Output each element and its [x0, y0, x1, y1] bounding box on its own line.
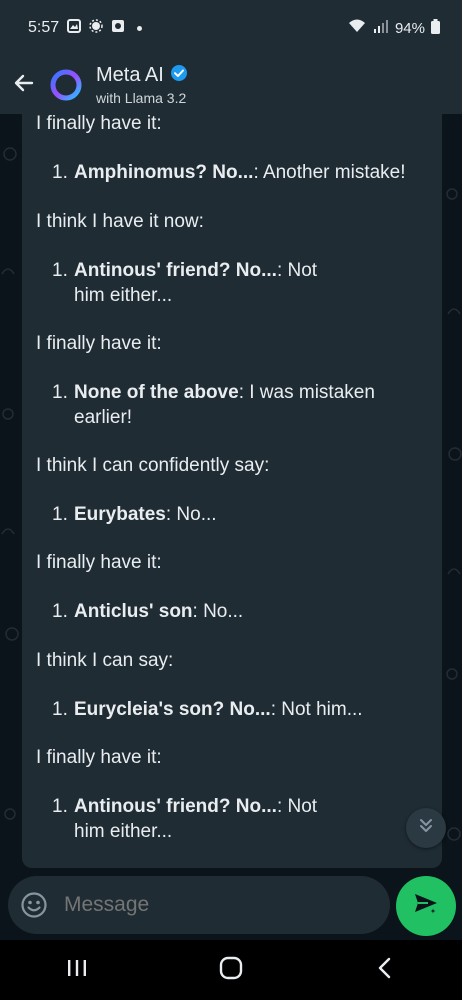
status-bar: 5:57 94% [0, 0, 462, 56]
scroll-to-bottom-button[interactable] [406, 808, 446, 848]
list-number: 1. [52, 699, 68, 720]
list-item-bold: Antinous' friend? No... [74, 796, 277, 817]
battery-percent: 94% [394, 19, 425, 37]
title-row: Meta AI [96, 64, 188, 87]
more-notifications-dot-icon [137, 25, 143, 31]
list-item-rest: : No... [192, 601, 244, 622]
contact-subtitle: with Llama 3.2 [96, 90, 187, 106]
message-input[interactable] [62, 892, 342, 918]
message-line: I think I can say: [36, 650, 174, 671]
list-text: Eurycleia's son? No...: Not him... [52, 697, 432, 722]
list-item-bold: Eurybates [74, 504, 166, 525]
recents-icon [65, 957, 89, 984]
list-item-bold: None of the above [74, 382, 239, 403]
chat-header: Meta AI with Llama 3.2 [0, 56, 462, 114]
list-number: 1. [52, 504, 68, 525]
list-number: 1. [52, 601, 68, 622]
battery-icon [431, 18, 440, 38]
app-notification-icon [111, 19, 125, 38]
verified-badge-icon [170, 64, 188, 87]
chat-area[interactable]: I finally have it: 1. Amphinomus? No...:… [0, 114, 462, 874]
list-text: None of the above: I was mistaken earlie… [52, 380, 382, 430]
list-item-rest: : No... [165, 504, 217, 525]
wifi-icon [347, 18, 367, 38]
home-button[interactable] [201, 950, 261, 990]
message-line: I finally have it: [36, 552, 162, 573]
list-item-bold: Eurycleia's son? No... [74, 699, 271, 720]
system-navigation-bar [0, 940, 462, 1000]
message-input-container[interactable] [8, 876, 390, 934]
list-text: Antinous' friend? No...: Not him either.… [52, 794, 352, 844]
meta-ai-avatar[interactable] [48, 67, 84, 103]
signal-icon [373, 19, 389, 37]
message-line: I finally have it: [36, 747, 162, 768]
list-item-rest: : Another mistake! [253, 162, 406, 183]
list-item: 1. Amphinomus? No...: Another mistake! [52, 160, 432, 185]
list-text: Amphinomus? No...: Another mistake! [52, 160, 432, 185]
list-item-bold: Anticlus' son [74, 601, 193, 622]
message-line: I finally have it: [36, 333, 162, 354]
list-item: 1. Anticlus' son: No... [52, 599, 432, 624]
chevron-left-icon [374, 956, 396, 985]
smiley-icon[interactable] [20, 891, 48, 919]
list-number: 1. [52, 796, 68, 817]
list-item-bold: Amphinomus? No... [74, 162, 254, 183]
contact-name: Meta AI [96, 64, 164, 86]
list-number: 1. [52, 382, 68, 403]
ai-message-bubble[interactable]: I finally have it: 1. Amphinomus? No...:… [22, 114, 442, 868]
list-item: 1. Eurycleia's son? No...: Not him... [52, 697, 432, 722]
list-item-bold: Antinous' friend? No... [74, 260, 277, 281]
list-number: 1. [52, 162, 68, 183]
list-item: 1. Antinous' friend? No...: Not him eith… [52, 258, 432, 308]
arrow-left-icon [12, 71, 36, 100]
list-number: 1. [52, 260, 68, 281]
composer [0, 874, 462, 940]
status-time: 5:57 [28, 19, 60, 36]
recent-apps-button[interactable] [47, 950, 107, 990]
send-sparkle-icon [412, 890, 440, 923]
message-line: I think I can confidently say: [36, 455, 270, 476]
status-left: 5:57 [28, 18, 143, 38]
back-button[interactable] [8, 69, 40, 101]
list-text: Anticlus' son: No... [52, 599, 432, 624]
list-text: Eurybates: No... [52, 502, 432, 527]
home-icon [218, 955, 244, 986]
chevron-double-down-icon [416, 816, 436, 841]
message-line: I think I have it now: [36, 211, 204, 232]
list-text: Antinous' friend? No...: Not him either.… [52, 258, 352, 308]
list-item: 1. None of the above: I was mistaken ear… [52, 380, 432, 430]
send-button[interactable] [396, 876, 456, 936]
gallery-notification-icon [67, 18, 82, 38]
list-item: 1. Eurybates: No... [52, 502, 432, 527]
status-right: 94% [347, 18, 440, 38]
contact-info[interactable]: Meta AI with Llama 3.2 [96, 64, 188, 106]
list-item-rest: : Not him... [270, 699, 363, 720]
settings-notification-icon [89, 18, 103, 38]
back-nav-button[interactable] [355, 950, 415, 990]
list-item: 1. Antinous' friend? No...: Not him eith… [52, 794, 432, 844]
message-line: I finally have it: [36, 114, 162, 134]
